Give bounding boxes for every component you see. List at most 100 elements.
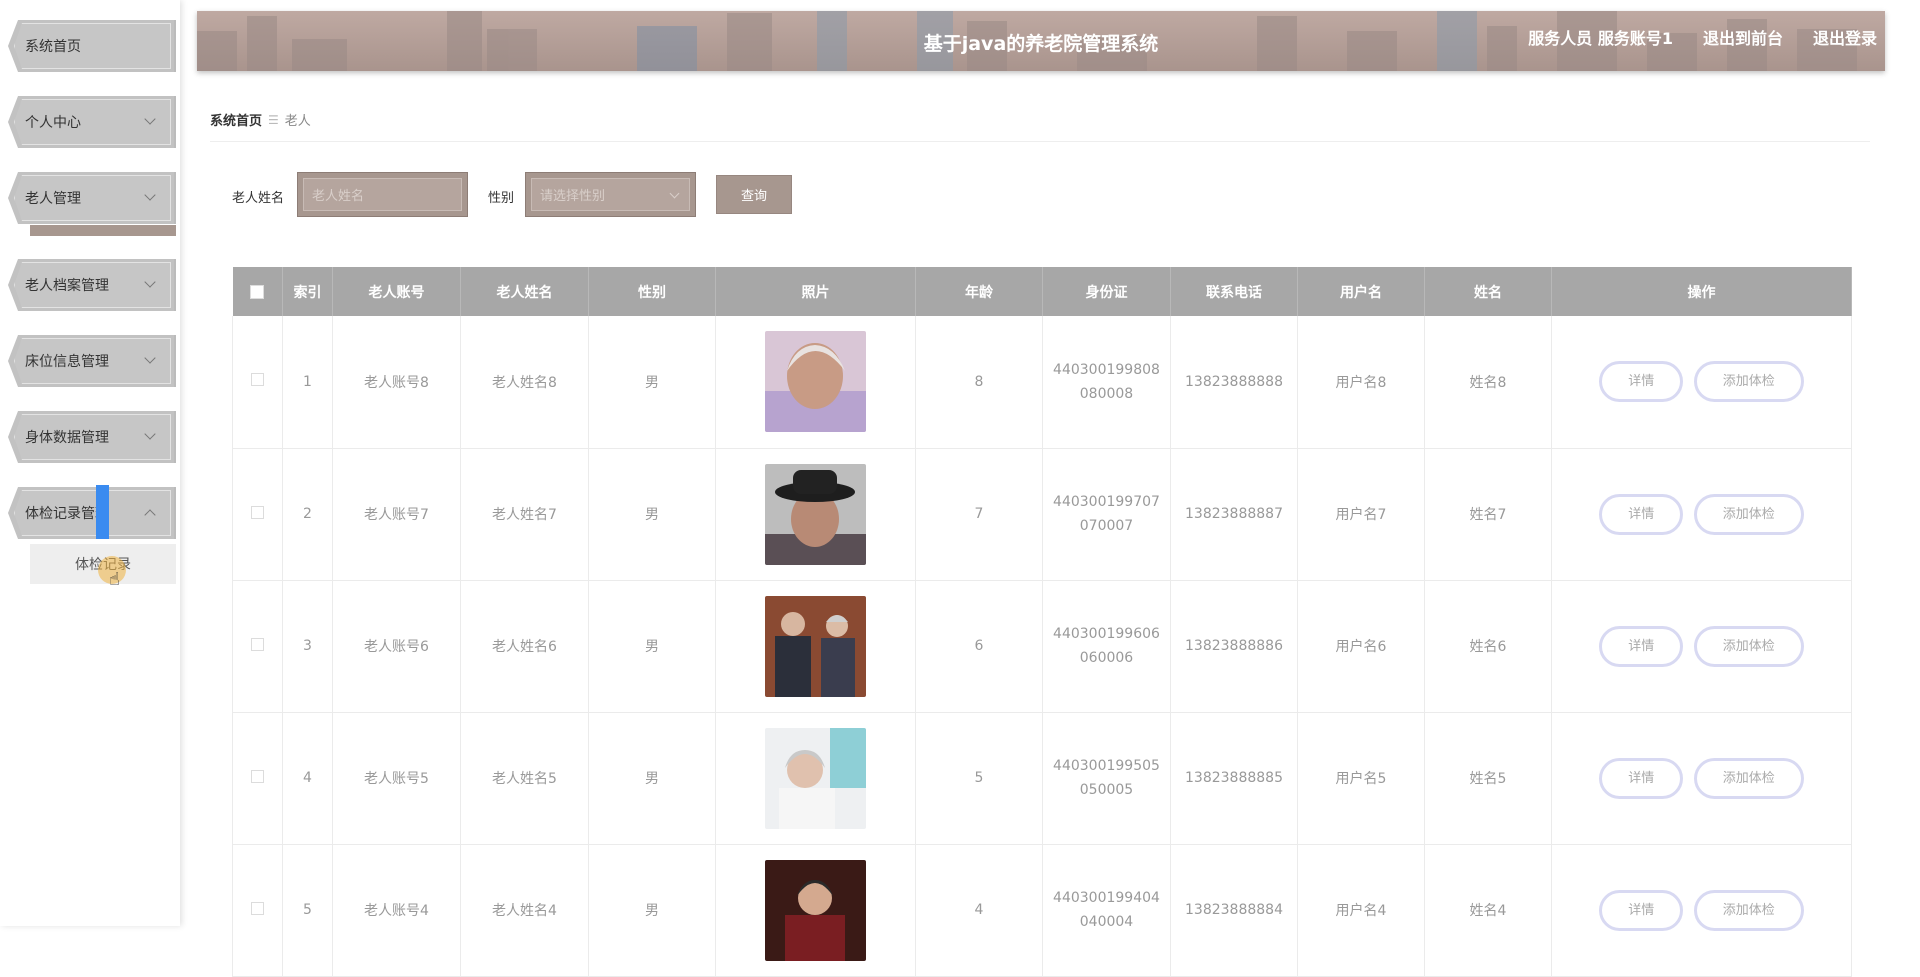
cell-actions: 详情 添加体检 (1551, 316, 1852, 449)
column-header: 性别 (588, 267, 716, 316)
elder-photo (765, 463, 866, 565)
menu-item-home[interactable]: 系统首页 (8, 20, 176, 72)
elder-photo (765, 859, 866, 961)
row-checkbox[interactable] (251, 637, 264, 651)
cell-username: 用户名8 (1297, 316, 1425, 449)
column-header: 索引 (282, 267, 333, 316)
query-button[interactable]: 查询 (716, 175, 792, 214)
row-checkbox[interactable] (251, 373, 264, 387)
cell-photo (715, 844, 916, 977)
detail-button[interactable]: 详情 (1599, 493, 1684, 535)
current-user-label: 服务人员 服务账号1 (1528, 29, 1673, 48)
cell-idcard: 440300199606 060006 (1042, 580, 1171, 713)
cell-index: 5 (282, 844, 333, 977)
cell-phone: 13823888884 (1170, 844, 1298, 977)
cell-account: 老人账号8 (332, 316, 461, 449)
detail-button[interactable]: 详情 (1599, 625, 1684, 667)
cell-username: 用户名4 (1297, 844, 1425, 977)
add-exam-button[interactable]: 添加体检 (1693, 889, 1804, 931)
gender-select[interactable]: 请选择性别 (525, 172, 696, 217)
cell-age: 4 (915, 844, 1043, 977)
hand-cursor-icon: ☝ (109, 569, 120, 590)
add-exam-button[interactable]: 添加体检 (1693, 625, 1804, 667)
select-all-checkbox[interactable] (250, 284, 265, 299)
cell-realname: 姓名5 (1424, 712, 1552, 845)
add-exam-button[interactable]: 添加体检 (1693, 361, 1804, 403)
cell-index: 3 (282, 580, 333, 713)
add-exam-button[interactable]: 添加体检 (1693, 493, 1804, 535)
cell-name: 老人姓名5 (460, 712, 589, 845)
menu-item-bed-info[interactable]: 床位信息管理 (8, 335, 176, 387)
elder-photo (765, 595, 866, 697)
cell-age: 6 (915, 580, 1043, 713)
table-row: 1 老人账号8 老人姓名8 男 8 440300199808 080008 13… (232, 316, 1852, 449)
idcard-line: 440300199505 (1053, 758, 1160, 774)
menu-item-personal-center[interactable]: 个人中心 (8, 96, 176, 148)
header-actions: 服务人员 服务账号1 退出到前台 退出登录 (1528, 25, 1877, 49)
idcard-line: 070007 (1079, 518, 1134, 534)
cell-actions: 详情 添加体检 (1551, 844, 1852, 977)
idcard-line: 440300199808 (1053, 361, 1160, 378)
elder-table: 索引 老人账号 老人姓名 性别 照片 年龄 身份证 联系电话 用户名 姓名 操作… (232, 267, 1852, 977)
menu-item-label: 床位信息管理 (25, 354, 109, 370)
breadcrumb: 系统首页 ☰ 老人 (210, 110, 311, 130)
cell-idcard: 440300199707 070007 (1042, 448, 1171, 581)
cell-account: 老人账号6 (332, 580, 461, 713)
table-header-row: 索引 老人账号 老人姓名 性别 照片 年龄 身份证 联系电话 用户名 姓名 操作 (232, 267, 1852, 316)
gender-select-field[interactable]: 请选择性别 (531, 178, 690, 211)
cell-realname: 姓名8 (1424, 316, 1552, 449)
menu-item-exam-records[interactable]: 体检记录管理 (8, 487, 176, 539)
breadcrumb-current: 老人 (284, 114, 311, 129)
menu-item-body-data[interactable]: 身体数据管理 (8, 411, 176, 463)
cell-photo (715, 316, 916, 449)
gender-label: 性别 (488, 191, 515, 206)
detail-button[interactable]: 详情 (1599, 757, 1684, 799)
table-row: 4 老人账号5 老人姓名5 男 5 440300199505 050005 13… (232, 712, 1852, 845)
sidebar: 系统首页 个人中心 老人管理 老人档案管理 床位信息管理 身体数据管理 体检记录… (0, 0, 180, 926)
column-header: 身份证 (1042, 267, 1171, 316)
cell-phone: 13823888886 (1170, 580, 1298, 713)
menu-item-label: 老人档案管理 (25, 278, 109, 294)
top-header: 基于java的养老院管理系统 服务人员 服务账号1 退出到前台 退出登录 (197, 11, 1885, 71)
cell-realname: 姓名6 (1424, 580, 1552, 713)
add-exam-button[interactable]: 添加体检 (1693, 757, 1804, 799)
cell-account: 老人账号4 (332, 844, 461, 977)
column-header: 老人姓名 (460, 267, 589, 316)
menu-item-elder-archive[interactable]: 老人档案管理 (8, 259, 176, 311)
cell-phone: 13823888888 (1170, 316, 1298, 449)
cell-index: 4 (282, 712, 333, 845)
cell-account: 老人账号7 (332, 448, 461, 581)
cell-gender: 男 (588, 580, 716, 713)
menu-underbar (30, 225, 176, 236)
idcard-line: 060006 (1079, 650, 1134, 666)
row-checkbox[interactable] (251, 901, 264, 915)
cell-name: 老人姓名8 (460, 316, 589, 449)
row-checkbox[interactable] (251, 505, 264, 519)
cell-idcard: 440300199404 040004 (1042, 844, 1171, 977)
cell-photo (715, 712, 916, 845)
exit-to-front-link[interactable]: 退出到前台 (1703, 25, 1783, 49)
menu-item-label: 系统首页 (25, 39, 81, 55)
menu-item-label: 个人中心 (25, 115, 81, 131)
detail-button[interactable]: 详情 (1599, 889, 1684, 931)
idcard-line: 440300199404 (1053, 890, 1160, 906)
breadcrumb-home[interactable]: 系统首页 (210, 110, 262, 129)
cell-realname: 姓名7 (1424, 448, 1552, 581)
logout-link[interactable]: 退出登录 (1813, 25, 1877, 49)
name-input-field[interactable]: 老人姓名 (303, 178, 462, 211)
divider (210, 141, 1870, 142)
cell-photo (715, 580, 916, 713)
cell-index: 1 (282, 316, 333, 449)
cell-account: 老人账号5 (332, 712, 461, 845)
column-header: 老人账号 (332, 267, 461, 316)
cell-index: 2 (282, 448, 333, 581)
menu-item-label: 身体数据管理 (25, 430, 109, 446)
cell-realname: 姓名4 (1424, 844, 1552, 977)
row-checkbox[interactable] (251, 769, 264, 783)
name-search-input[interactable]: 老人姓名 (297, 172, 468, 217)
elder-photo (765, 727, 866, 829)
detail-button[interactable]: 详情 (1599, 361, 1684, 403)
cell-gender: 男 (588, 844, 716, 977)
menu-item-elder-management[interactable]: 老人管理 (8, 172, 176, 224)
idcard-line: 440300199707 (1053, 494, 1160, 510)
